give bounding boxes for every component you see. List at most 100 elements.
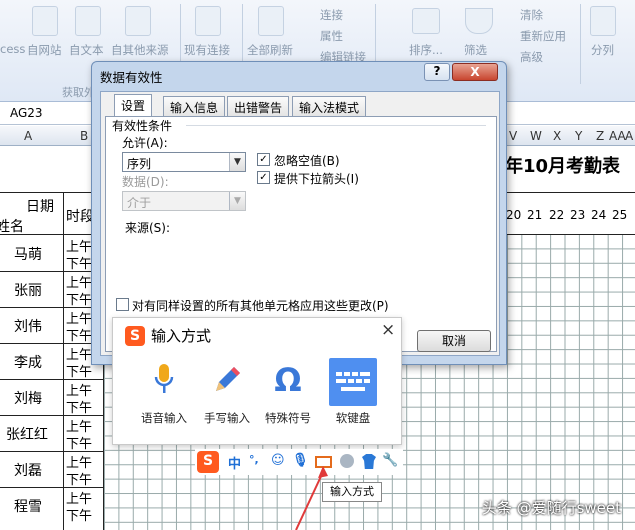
web-data-icon: [32, 6, 58, 36]
ribbon-other-sources[interactable]: 自其他来源: [111, 42, 169, 58]
tab-ime-mode[interactable]: 输入法模式: [292, 96, 367, 116]
ribbon-from-text[interactable]: 自文本: [69, 42, 104, 58]
name-box[interactable]: AG23: [0, 103, 95, 124]
employee-name: 刘磊: [14, 463, 42, 479]
day-header-20: 20: [506, 208, 522, 222]
ribbon-advanced[interactable]: 高级: [520, 49, 543, 65]
day-header-22: 22: [549, 208, 565, 222]
punctuation-toggle[interactable]: °,: [249, 453, 259, 466]
pm-label: 下午: [66, 401, 93, 416]
user-icon[interactable]: [340, 454, 354, 468]
header-date: 日期: [26, 199, 54, 215]
tab-error-alert[interactable]: 出错警告: [227, 96, 290, 116]
day-header-23: 23: [570, 208, 586, 222]
emoji-icon[interactable]: ☺: [271, 453, 285, 468]
chevron-down-icon: ▼: [229, 153, 245, 171]
employee-name: 张红红: [6, 427, 48, 443]
existing-connection-icon: [195, 6, 221, 36]
ribbon-filter[interactable]: 筛选: [464, 42, 487, 58]
column-header-ab[interactable]: A: [625, 129, 633, 143]
pm-label: 下午: [66, 437, 93, 452]
ribbon-text-to-columns[interactable]: 分列: [591, 42, 614, 58]
chinese-mode-toggle[interactable]: 中: [228, 453, 241, 472]
ribbon-existing-connections[interactable]: 现有连接: [184, 42, 230, 58]
source-label-visible: 来源(S):: [125, 221, 171, 235]
text-data-icon: [75, 6, 101, 36]
day-header-25: 25: [612, 208, 628, 222]
column-header-b[interactable]: B: [80, 129, 88, 143]
ignore-blank-checkbox[interactable]: ✓: [257, 153, 270, 166]
sogou-logo-icon[interactable]: S: [197, 451, 219, 473]
column-header-w[interactable]: W: [530, 129, 542, 143]
special-symbols-option[interactable]: Ω 特殊符号: [259, 358, 317, 436]
column-header-y[interactable]: Y: [575, 129, 582, 143]
ribbon-connections[interactable]: 连接: [320, 7, 343, 23]
column-header-x[interactable]: X: [553, 129, 561, 143]
employee-name: 张丽: [14, 283, 42, 299]
header-name: 姓名: [0, 219, 24, 235]
employee-name: 刘伟: [14, 319, 42, 335]
sogou-logo-icon: S: [125, 326, 145, 346]
ribbon-from-web[interactable]: 自网站: [27, 42, 62, 58]
refresh-icon: [258, 6, 284, 36]
data-select: 介于 ▼: [122, 191, 246, 211]
close-button[interactable]: X: [452, 63, 498, 81]
pm-label: 下午: [66, 473, 93, 488]
dropdown-label: 提供下拉箭头(I): [274, 172, 359, 186]
watermark: 头条 @爱随行sweet: [481, 499, 621, 517]
sheet-title: 年10月考勤表: [505, 156, 621, 177]
pm-label: 下午: [66, 257, 93, 272]
voice-input-option[interactable]: 语音输入: [135, 358, 193, 436]
data-value: 介于: [127, 196, 152, 210]
sort-az-icon: [412, 8, 440, 34]
ribbon-reapply[interactable]: 重新应用: [520, 28, 566, 44]
employee-name: 马萌: [14, 247, 42, 263]
apply-all-checkbox[interactable]: [116, 298, 129, 311]
apply-all-label: 对有同样设置的所有其他单元格应用这些更改(P): [132, 299, 389, 313]
employee-name: 程雪: [14, 499, 42, 515]
keyboard-icon: [329, 358, 377, 406]
ime-panel: S 输入方式 × 语音输入 手写输入 Ω 特殊符号 软键盘: [112, 317, 402, 445]
column-header-aa[interactable]: AA: [609, 129, 626, 143]
pencil-icon: [198, 358, 256, 402]
ribbon-clear[interactable]: 清除: [520, 7, 543, 23]
ribbon-refresh-all[interactable]: 全部刷新: [247, 42, 293, 58]
red-arrow-annotation: [295, 466, 328, 530]
pm-label: 下午: [66, 329, 93, 344]
column-header-v[interactable]: V: [509, 129, 517, 143]
ribbon-properties[interactable]: 属性: [320, 28, 343, 44]
omega-icon: Ω: [274, 361, 302, 399]
other-source-icon: [125, 6, 151, 36]
allow-label: 允许(A):: [122, 136, 168, 150]
day-header-24: 24: [591, 208, 607, 222]
tab-input-message[interactable]: 输入信息: [163, 96, 226, 116]
pm-label: 下午: [66, 293, 93, 308]
criteria-label: 有效性条件: [112, 119, 173, 133]
ime-title: 输入方式: [151, 327, 212, 345]
column-header-a[interactable]: A: [24, 129, 32, 143]
employee-name: 刘梅: [14, 391, 42, 407]
header-period: 时段: [66, 209, 94, 225]
microphone-icon: [135, 358, 193, 402]
wrench-icon[interactable]: 🔧: [382, 453, 398, 468]
ribbon-access[interactable]: cess: [0, 42, 25, 56]
employee-name: 李成: [14, 355, 42, 371]
handwriting-input-option[interactable]: 手写输入: [198, 358, 256, 436]
ime-close-icon[interactable]: ×: [381, 320, 395, 340]
allow-value: 序列: [127, 157, 152, 171]
tab-settings[interactable]: 设置: [114, 94, 153, 117]
data-label: 数据(D):: [122, 175, 169, 189]
column-header-z[interactable]: Z: [596, 129, 604, 143]
help-button[interactable]: ?: [424, 63, 450, 81]
cancel-button[interactable]: 取消: [417, 330, 491, 352]
pm-label: 下午: [66, 509, 93, 524]
text-to-columns-icon: [590, 6, 616, 36]
soft-keyboard-option[interactable]: 软键盘: [324, 358, 382, 436]
skin-shirt-icon[interactable]: [362, 454, 376, 469]
ribbon-sort[interactable]: 排序...: [409, 42, 443, 58]
ignore-blank-label: 忽略空值(B): [274, 154, 340, 168]
chevron-down-icon: ▼: [229, 192, 245, 210]
dialog-title: 数据有效性: [100, 70, 163, 85]
allow-select[interactable]: 序列 ▼: [122, 152, 246, 172]
dropdown-checkbox[interactable]: ✓: [257, 171, 270, 184]
